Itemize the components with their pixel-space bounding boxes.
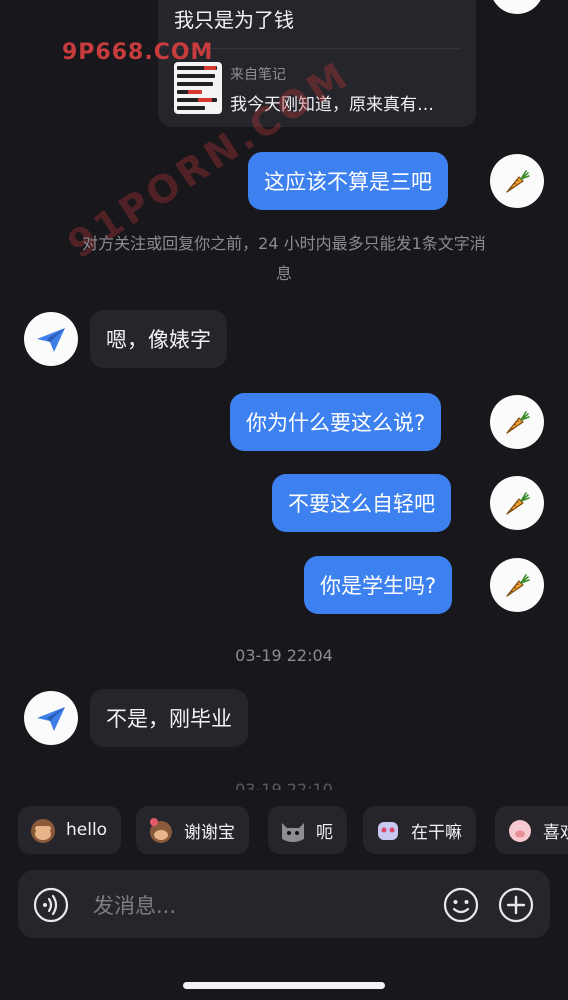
quick-reply-label: 喜欢 <box>543 822 568 843</box>
my-avatar[interactable] <box>490 0 544 14</box>
message-bubble-received[interactable]: 不是，刚毕业 <box>90 689 248 747</box>
timestamp-partial: 03-19 22:10 <box>235 780 333 790</box>
message-bubble-received[interactable]: 嗯，像婊字 <box>90 310 227 368</box>
card-divider <box>174 48 460 49</box>
system-notice-line2: 息 <box>275 264 292 283</box>
voice-icon[interactable] <box>33 887 69 923</box>
pig-sticker-icon <box>505 815 535 845</box>
message-bubble-sent[interactable]: 不要这么自轻吧 <box>272 474 451 532</box>
quick-reply-label: 谢谢宝 <box>184 822 235 843</box>
carrot-icon <box>502 0 532 2</box>
quick-reply-label: 在干嘛 <box>411 822 462 843</box>
my-avatar[interactable] <box>490 558 544 612</box>
note-source-label: 来自笔记 <box>230 67 286 83</box>
message-bubble-sent[interactable]: 这应该不算是三吧 <box>248 152 448 210</box>
my-avatar[interactable] <box>490 154 544 208</box>
carrot-icon <box>506 170 530 193</box>
watermark-logo: 9P668.COM <box>62 40 214 65</box>
note-thumbnail[interactable] <box>174 62 222 114</box>
my-avatar[interactable] <box>490 476 544 530</box>
message-input[interactable]: 发消息... <box>93 890 176 920</box>
home-indicator[interactable] <box>183 982 385 989</box>
system-notice: 对方关注或回复你之前，24 小时内最多只能发1条文字消 息 <box>40 229 528 289</box>
quick-reply-doing[interactable]: 在干嘛 <box>363 806 476 854</box>
carrot-icon <box>506 411 530 434</box>
monkey-flower-sticker-icon <box>146 815 176 845</box>
contact-avatar[interactable] <box>24 691 78 745</box>
my-avatar[interactable] <box>490 395 544 449</box>
message-input-bar: 发消息... <box>18 870 550 938</box>
system-notice-line1: 对方关注或回复你之前，24 小时内最多只能发1条文字消 <box>82 234 486 253</box>
message-bubble-sent[interactable]: 你为什么要这么说? <box>230 393 442 451</box>
timestamp: 03-19 22:04 <box>235 646 333 665</box>
carrot-icon <box>506 574 530 597</box>
robot-sticker-icon <box>373 815 403 845</box>
quick-reply-bar: hello 谢谢宝 呃 在干嘛 喜欢 <box>18 806 568 854</box>
monkey-sticker-icon <box>28 815 58 845</box>
quick-reply-like[interactable]: 喜欢 <box>495 806 568 854</box>
carrot-icon <box>506 492 530 515</box>
cat-sticker-icon <box>278 815 308 845</box>
paper-plane-icon <box>37 707 65 731</box>
quick-reply-label: hello <box>66 820 108 840</box>
quick-reply-hello[interactable]: hello <box>18 806 122 854</box>
quick-reply-er[interactable]: 呃 <box>268 806 347 854</box>
plus-icon[interactable] <box>498 887 534 923</box>
paper-plane-icon <box>37 328 65 352</box>
quick-reply-thanks[interactable]: 谢谢宝 <box>136 806 249 854</box>
quick-reply-label: 呃 <box>316 822 333 843</box>
emoji-icon[interactable] <box>443 887 479 923</box>
quoted-text: 我只是为了钱 <box>174 8 294 32</box>
contact-avatar[interactable] <box>24 312 78 366</box>
message-bubble-sent[interactable]: 你是学生吗? <box>304 556 453 614</box>
